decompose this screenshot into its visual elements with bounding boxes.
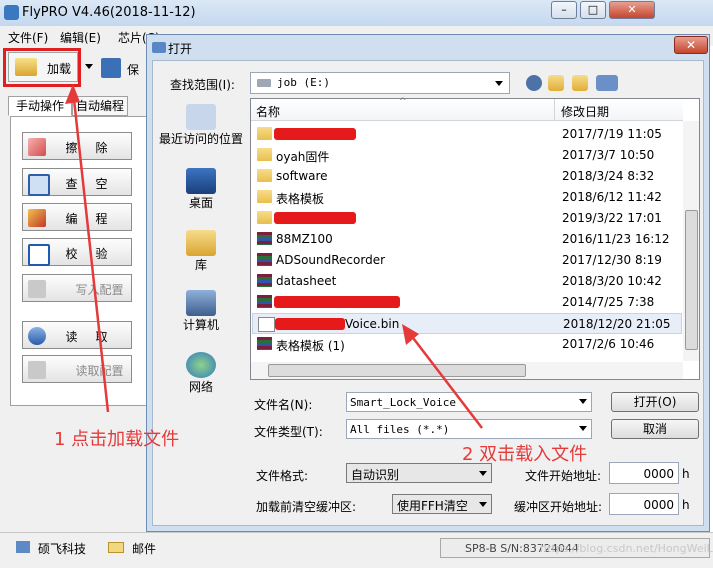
- step1-arrowhead: [65, 84, 80, 104]
- step2-arrow-line: [406, 329, 483, 429]
- step1-arrow-line: [71, 89, 110, 413]
- annotation-arrows: [65, 84, 483, 429]
- step2-annotation: 2 双击载入文件: [462, 444, 588, 465]
- step1-annotation: 1 点击加载文件: [54, 429, 180, 450]
